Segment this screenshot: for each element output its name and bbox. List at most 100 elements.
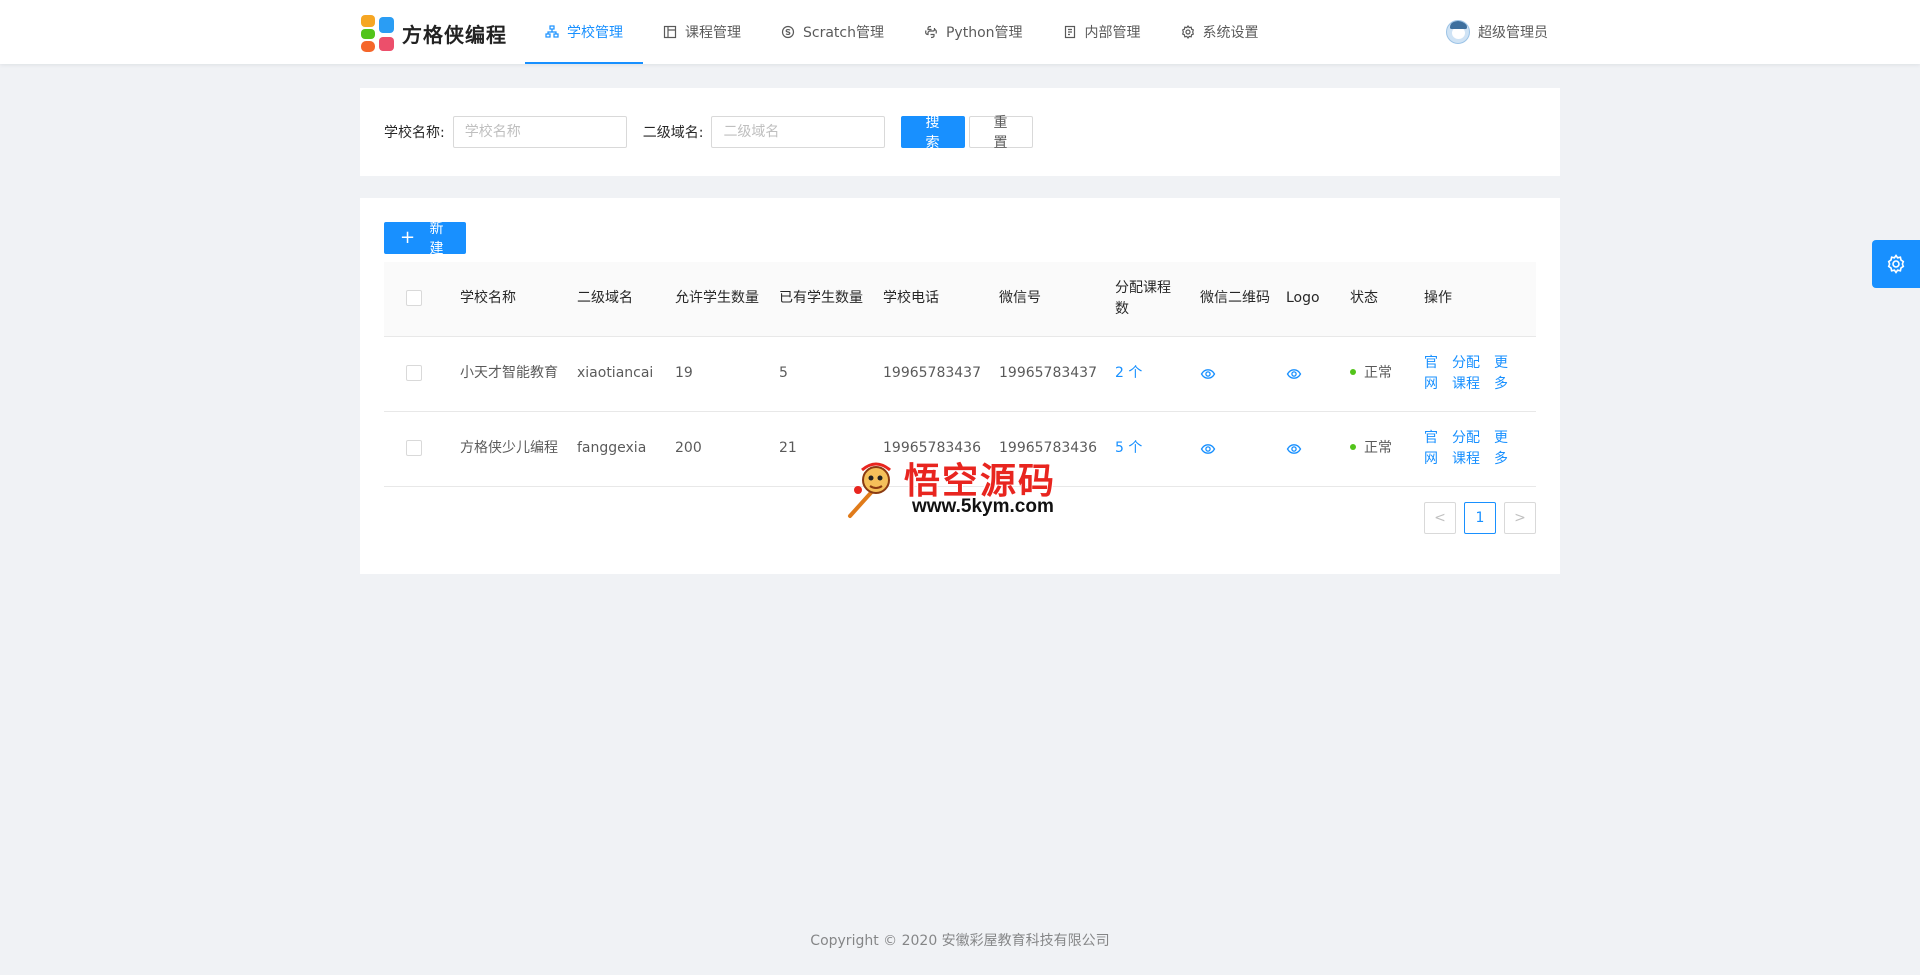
prev-page-button[interactable]: < bbox=[1424, 502, 1456, 534]
top-header: 方格侠编程 学校管理 课程管理 Scratch管理 Python管理 内部管理 … bbox=[0, 0, 1920, 64]
new-button-label: 新建 bbox=[429, 221, 444, 257]
logo[interactable]: 方格侠编程 bbox=[360, 14, 507, 52]
courses-cell: 2 个 bbox=[1107, 336, 1192, 412]
allowed-students-cell: 19 bbox=[667, 336, 771, 412]
plus-icon: + bbox=[400, 227, 416, 248]
more-link[interactable]: 更多 bbox=[1494, 428, 1510, 470]
column-header: 学校电话 bbox=[875, 262, 991, 337]
scratch-icon bbox=[781, 25, 795, 39]
status-cell: 正常 bbox=[1342, 411, 1416, 487]
table-row: 小天才智能教育 xiaotiancai 19 5 19965783437 199… bbox=[384, 336, 1536, 412]
watermark-url: www.5kym.com bbox=[912, 496, 1054, 517]
page-number-button[interactable]: 1 bbox=[1464, 502, 1496, 534]
user-menu[interactable]: 超级管理员 bbox=[1446, 0, 1548, 64]
website-link[interactable]: 官网 bbox=[1424, 428, 1440, 470]
main-nav: 学校管理 课程管理 Scratch管理 Python管理 内部管理 系统设置 bbox=[525, 0, 1279, 64]
eye-icon[interactable] bbox=[1286, 366, 1334, 382]
search-button[interactable]: 搜 索 bbox=[901, 115, 966, 151]
monkey-king-icon bbox=[848, 462, 891, 518]
nav-item-course[interactable]: 课程管理 bbox=[643, 0, 761, 64]
courses-link[interactable]: 5 个 bbox=[1115, 440, 1142, 456]
user-name: 超级管理员 bbox=[1478, 25, 1548, 41]
domain-label: 二级域名: bbox=[642, 125, 704, 141]
logo-cell bbox=[1278, 411, 1342, 487]
nav-label: 系统设置 bbox=[1202, 25, 1259, 41]
column-header: 二级域名 bbox=[569, 262, 667, 337]
pagination: < 1 > bbox=[1416, 502, 1536, 534]
theme-settings-button[interactable] bbox=[1872, 240, 1920, 288]
nav-label: 课程管理 bbox=[685, 25, 741, 41]
eye-icon[interactable] bbox=[1200, 441, 1270, 457]
logo-cell bbox=[1278, 336, 1342, 412]
eye-icon[interactable] bbox=[1200, 366, 1270, 382]
status-cell: 正常 bbox=[1342, 336, 1416, 412]
status-text: 正常 bbox=[1364, 365, 1392, 381]
row-checkbox[interactable] bbox=[406, 365, 422, 381]
eye-icon[interactable] bbox=[1286, 441, 1334, 457]
column-header: 微信二维码 bbox=[1192, 262, 1278, 337]
table-header-row: 学校名称 二级域名 允许学生数量 已有学生数量 学校电话 微信号 分配课程数 微… bbox=[384, 262, 1536, 337]
logo-mark-icon bbox=[360, 14, 398, 52]
book-icon bbox=[1063, 25, 1077, 39]
qrcode-cell bbox=[1192, 411, 1278, 487]
domain-input[interactable] bbox=[711, 116, 886, 148]
gear-icon bbox=[1181, 25, 1195, 39]
row-checkbox[interactable] bbox=[406, 440, 422, 456]
ops-cell: 官网 分配课程 更多 bbox=[1416, 411, 1536, 487]
website-link[interactable]: 官网 bbox=[1424, 353, 1440, 395]
row-select-cell bbox=[384, 411, 452, 487]
column-header: 分配课程数 bbox=[1107, 262, 1192, 337]
row-select-cell bbox=[384, 336, 452, 412]
status-dot-icon bbox=[1350, 444, 1356, 450]
existing-students-cell: 5 bbox=[771, 336, 875, 412]
school-name-input[interactable] bbox=[452, 116, 627, 148]
column-header: 已有学生数量 bbox=[771, 262, 875, 337]
phone-cell: 19965783437 bbox=[875, 336, 991, 412]
search-panel: 学校名称: 二级域名: 搜 索 重 置 bbox=[360, 88, 1560, 176]
header-inner: 方格侠编程 学校管理 课程管理 Scratch管理 Python管理 内部管理 … bbox=[360, 0, 1560, 64]
column-header: 微信号 bbox=[991, 262, 1107, 337]
column-header: 允许学生数量 bbox=[667, 262, 771, 337]
status-dot-icon bbox=[1350, 369, 1356, 375]
qrcode-cell bbox=[1192, 336, 1278, 412]
ops-cell: 官网 分配课程 更多 bbox=[1416, 336, 1536, 412]
course-icon bbox=[663, 25, 677, 39]
nav-label: 内部管理 bbox=[1084, 25, 1141, 41]
avatar bbox=[1446, 20, 1470, 44]
new-school-button[interactable]: + 新建 bbox=[384, 221, 466, 257]
column-header: 学校名称 bbox=[452, 262, 569, 337]
school-name-cell: 方格侠少儿编程 bbox=[452, 411, 569, 487]
assign-course-link[interactable]: 分配课程 bbox=[1452, 428, 1482, 470]
logo-text: 方格侠编程 bbox=[402, 22, 507, 47]
school-icon bbox=[545, 25, 559, 39]
watermark: 悟空源码 www.5kym.com bbox=[846, 452, 1076, 522]
school-name-label: 学校名称: bbox=[384, 125, 445, 141]
allowed-students-cell: 200 bbox=[667, 411, 771, 487]
select-all-checkbox[interactable] bbox=[406, 290, 422, 307]
column-header: 状态 bbox=[1342, 262, 1416, 337]
nav-item-internal[interactable]: 内部管理 bbox=[1043, 0, 1161, 64]
more-link[interactable]: 更多 bbox=[1494, 353, 1510, 395]
domain-cell: xiaotiancai bbox=[569, 336, 667, 412]
column-header: Logo bbox=[1278, 262, 1342, 337]
nav-item-settings[interactable]: 系统设置 bbox=[1161, 0, 1279, 64]
search-form: 学校名称: 二级域名: 搜 索 重 置 bbox=[384, 115, 1034, 151]
assign-course-link[interactable]: 分配课程 bbox=[1452, 353, 1482, 395]
courses-link[interactable]: 2 个 bbox=[1115, 365, 1142, 381]
domain-cell: fanggexia bbox=[569, 411, 667, 487]
python-icon bbox=[924, 25, 938, 39]
column-header: 操作 bbox=[1416, 262, 1536, 337]
next-page-button[interactable]: > bbox=[1504, 502, 1536, 534]
reset-button[interactable]: 重 置 bbox=[969, 115, 1034, 151]
wechat-cell: 19965783437 bbox=[991, 336, 1107, 412]
nav-item-school[interactable]: 学校管理 bbox=[525, 0, 643, 64]
gear-icon bbox=[1887, 254, 1905, 274]
nav-label: 学校管理 bbox=[567, 25, 623, 41]
nav-label: Python管理 bbox=[945, 25, 1023, 41]
nav-label: Scratch管理 bbox=[803, 25, 884, 41]
footer-copyright: Copyright © 2020 安徽彩屋教育科技有限公司 bbox=[810, 933, 1110, 949]
nav-item-python[interactable]: Python管理 bbox=[904, 0, 1043, 64]
school-name-cell: 小天才智能教育 bbox=[452, 336, 569, 412]
nav-item-scratch[interactable]: Scratch管理 bbox=[761, 0, 904, 64]
select-all-cell bbox=[384, 262, 452, 337]
